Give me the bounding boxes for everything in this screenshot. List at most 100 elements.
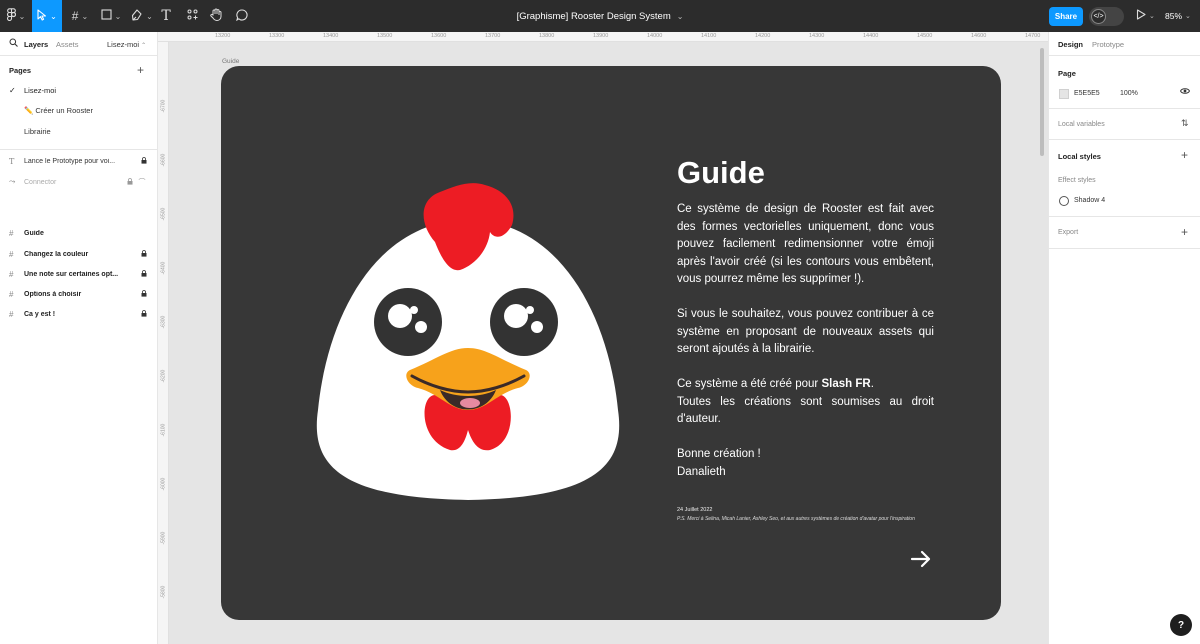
guide-body[interactable]: Ce système de design de Rooster est fait…: [677, 201, 934, 481]
file-title[interactable]: [Graphisme] Rooster Design System ⌄: [450, 0, 750, 32]
rooster-illustration[interactable]: [300, 180, 636, 510]
layer-label: Options à choisir: [24, 290, 82, 298]
local-variables-section[interactable]: Local variables: [1049, 109, 1200, 140]
add-style-button[interactable]: +: [1181, 148, 1188, 162]
tab-prototype[interactable]: Prototype: [1092, 40, 1124, 49]
page-section: Page: [1049, 56, 1200, 109]
layer-item[interactable]: # Options à choisir: [9, 286, 149, 302]
slash-fr-text: Slash FR: [821, 378, 871, 390]
text-tool-button[interactable]: T: [158, 0, 174, 32]
panel-divider: [0, 149, 158, 150]
ruler-tick-label: -5900: [160, 531, 167, 545]
hidden-eye-icon[interactable]: ⌒: [135, 177, 149, 187]
layer-item[interactable]: T Lance le Prototype pour voi...: [9, 153, 149, 169]
guide-paragraph: Ce système de design de Rooster est fait…: [677, 203, 934, 285]
add-export-button[interactable]: +: [1181, 225, 1188, 239]
ruler-tick-label: 13600: [431, 33, 447, 39]
export-label: Export: [1058, 229, 1079, 236]
eye-icon[interactable]: [1179, 87, 1191, 98]
rectangle-icon: [101, 9, 112, 23]
next-arrow-icon[interactable]: [908, 546, 934, 572]
page-color-swatch[interactable]: [1059, 89, 1069, 99]
layer-label: Ca y est !: [24, 310, 56, 318]
frame-hash-icon: #: [9, 249, 14, 259]
search-icon[interactable]: [9, 38, 18, 50]
comment-bubble-icon: [236, 8, 248, 24]
ruler-tick-label: -6500: [160, 207, 167, 221]
lock-icon[interactable]: [139, 309, 149, 319]
shadow-style-item[interactable]: Shadow 4: [1074, 197, 1105, 204]
layer-item[interactable]: ⤳ Connector ⌒: [9, 174, 149, 190]
page-item-librairie[interactable]: Librairie: [9, 123, 149, 139]
dev-mode-toggle[interactable]: </>: [1089, 7, 1124, 26]
frame-hash-icon: #: [9, 269, 14, 279]
comment-tool-button[interactable]: [234, 0, 250, 32]
sliders-icon[interactable]: ⇅: [1181, 118, 1189, 129]
lock-icon[interactable]: [139, 249, 149, 259]
main-menu-button[interactable]: ⌄: [0, 0, 32, 32]
tab-layers[interactable]: Layers: [24, 40, 48, 49]
cursor-arrow-icon: [37, 8, 47, 24]
frame-tool-button[interactable]: # ⌄: [66, 0, 94, 32]
lock-icon[interactable]: [139, 156, 149, 166]
tab-assets[interactable]: Assets: [56, 40, 79, 49]
lock-icon[interactable]: [139, 269, 149, 279]
layer-item[interactable]: # Changez la couleur: [9, 246, 149, 262]
resources-tool-button[interactable]: [184, 0, 200, 32]
frame-hash-icon: #: [9, 228, 14, 238]
page-heading: Page: [1058, 69, 1076, 78]
ruler-tick-label: 14400: [863, 33, 879, 39]
page-item-creer-un-rooster[interactable]: ✏️ Créer un Rooster: [9, 102, 149, 118]
check-icon: ✓: [9, 85, 16, 95]
eye-highlight: [388, 304, 412, 328]
tab-design[interactable]: Design: [1058, 40, 1083, 49]
right-panel: Design Prototype Page E5E5E5 100% Local …: [1048, 32, 1200, 644]
guide-title[interactable]: Guide: [677, 155, 765, 191]
shape-tool-button[interactable]: ⌄: [97, 0, 125, 32]
lock-icon[interactable]: [125, 177, 135, 187]
ruler-tick-label: 13800: [539, 33, 555, 39]
pen-tool-button[interactable]: ⌄: [128, 0, 156, 32]
layer-item[interactable]: # Guide: [9, 225, 149, 241]
frame-hash-icon: #: [9, 289, 14, 299]
ruler-tick-label: 13300: [269, 33, 285, 39]
ruler-tick-label: 13400: [323, 33, 339, 39]
layer-item[interactable]: # Une note sur certaines opt...: [9, 266, 149, 282]
page-item-label: Lisez-moi: [24, 85, 57, 95]
code-brackets-icon: </>: [1091, 9, 1106, 24]
ruler-tick-label: 14300: [809, 33, 825, 39]
hand-tool-button[interactable]: [208, 0, 224, 32]
zoom-dropdown[interactable]: 85% ⌄: [1165, 0, 1191, 32]
ruler-tick-label: 14000: [647, 33, 663, 39]
frame-label[interactable]: Guide: [222, 58, 239, 65]
ruler-tick-label: 13700: [485, 33, 501, 39]
text-t-icon: T: [161, 8, 171, 24]
frame-hash-icon: #: [9, 309, 14, 319]
move-tool-button[interactable]: ⌄: [32, 0, 62, 32]
layer-label: Guide: [24, 229, 44, 237]
add-page-button[interactable]: +: [137, 63, 144, 77]
current-page-dropdown[interactable]: Lisez-moi ⌃: [107, 40, 146, 49]
question-mark-icon: ?: [1177, 619, 1185, 631]
ruler-tick-label: 14100: [701, 33, 717, 39]
page-color-hex[interactable]: E5E5E5: [1074, 90, 1100, 97]
ruler-tick-label: 13500: [377, 33, 393, 39]
ruler-tick-label: -6200: [160, 369, 167, 383]
effect-style-icon: [1059, 196, 1069, 206]
ruler-tick-label: 13900: [593, 33, 609, 39]
frame-hash-icon: #: [71, 9, 79, 23]
layer-item[interactable]: # Ca y est !: [9, 306, 149, 322]
ruler-tick-label: -6600: [160, 153, 167, 167]
eye-highlight: [531, 321, 543, 333]
present-button[interactable]: ⌄: [1136, 0, 1155, 32]
plus-icon: +: [137, 63, 145, 77]
help-button[interactable]: ?: [1170, 614, 1192, 636]
ruler-tick-label: -5800: [160, 585, 167, 599]
lock-icon[interactable]: [139, 289, 149, 299]
horizontal-ruler: 13200 13300 13400 13500 13600 13700 1380…: [158, 32, 1048, 42]
page-opacity[interactable]: 100%: [1120, 90, 1138, 97]
local-styles-section: Local styles + Effect styles: [1049, 140, 1200, 217]
canvas-scrollbar[interactable]: [1040, 48, 1044, 156]
page-item-lisez-moi[interactable]: ✓ Lisez-moi: [9, 82, 149, 98]
share-button[interactable]: Share: [1049, 7, 1083, 26]
